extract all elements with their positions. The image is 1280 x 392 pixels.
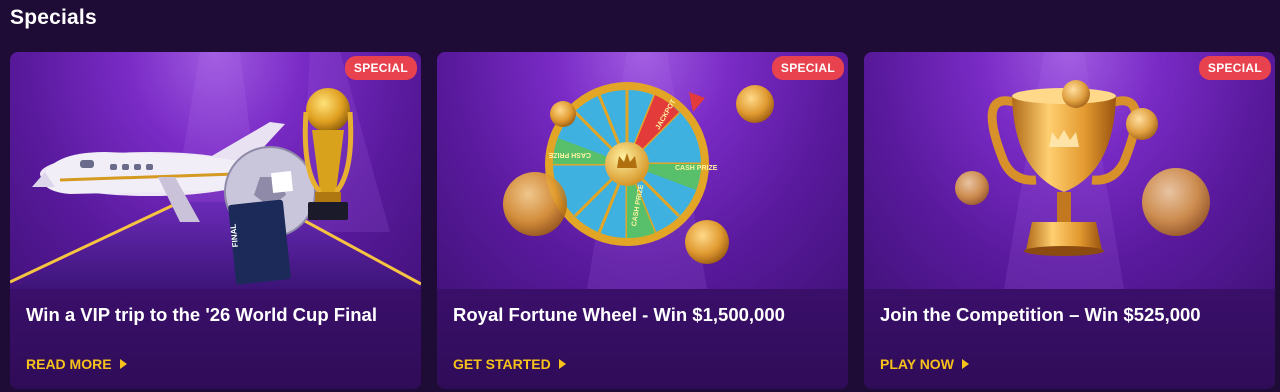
- card-image: SPECIAL: [864, 52, 1275, 289]
- card-title: Win a VIP trip to the '26 World Cup Fina…: [26, 304, 377, 325]
- play-arrow-icon: [961, 359, 969, 369]
- specials-list: FINAL SPECIAL Win a VIP trip to the '26 …: [10, 52, 1275, 389]
- special-badge: SPECIAL: [771, 56, 844, 80]
- special-card-fortune-wheel[interactable]: JACKPOT CASH PRIZE CASH PRIZE CASH PRIZE…: [437, 52, 848, 389]
- private-jet-trophy-icon: FINAL: [10, 52, 421, 289]
- play-arrow-icon: [558, 359, 566, 369]
- gold-trophy-icon: [955, 52, 1210, 289]
- wheel-label: CASH PRIZE: [548, 151, 591, 158]
- get-started-link[interactable]: GET STARTED: [453, 356, 566, 372]
- play-arrow-icon: [119, 359, 127, 369]
- special-card-world-cup[interactable]: FINAL SPECIAL Win a VIP trip to the '26 …: [10, 52, 421, 389]
- play-now-link[interactable]: PLAY NOW: [880, 356, 969, 372]
- cta-label: GET STARTED: [453, 356, 551, 372]
- special-badge: SPECIAL: [344, 56, 417, 80]
- card-title: Join the Competition – Win $525,000: [880, 304, 1201, 325]
- read-more-link[interactable]: READ MORE: [26, 356, 127, 372]
- special-card-competition[interactable]: SPECIAL Join the Competition – Win $525,…: [864, 52, 1275, 389]
- fortune-wheel-icon: JACKPOT CASH PRIZE CASH PRIZE CASH PRIZE: [503, 52, 774, 289]
- section-title: Specials: [10, 6, 97, 29]
- wheel-label: CASH PRIZE: [675, 165, 718, 172]
- card-image: JACKPOT CASH PRIZE CASH PRIZE CASH PRIZE…: [437, 52, 848, 289]
- card-image: FINAL SPECIAL: [10, 52, 421, 289]
- card-title: Royal Fortune Wheel - Win $1,500,000: [453, 304, 785, 325]
- cta-label: READ MORE: [26, 356, 112, 372]
- special-badge: SPECIAL: [1198, 56, 1271, 80]
- cta-label: PLAY NOW: [880, 356, 954, 372]
